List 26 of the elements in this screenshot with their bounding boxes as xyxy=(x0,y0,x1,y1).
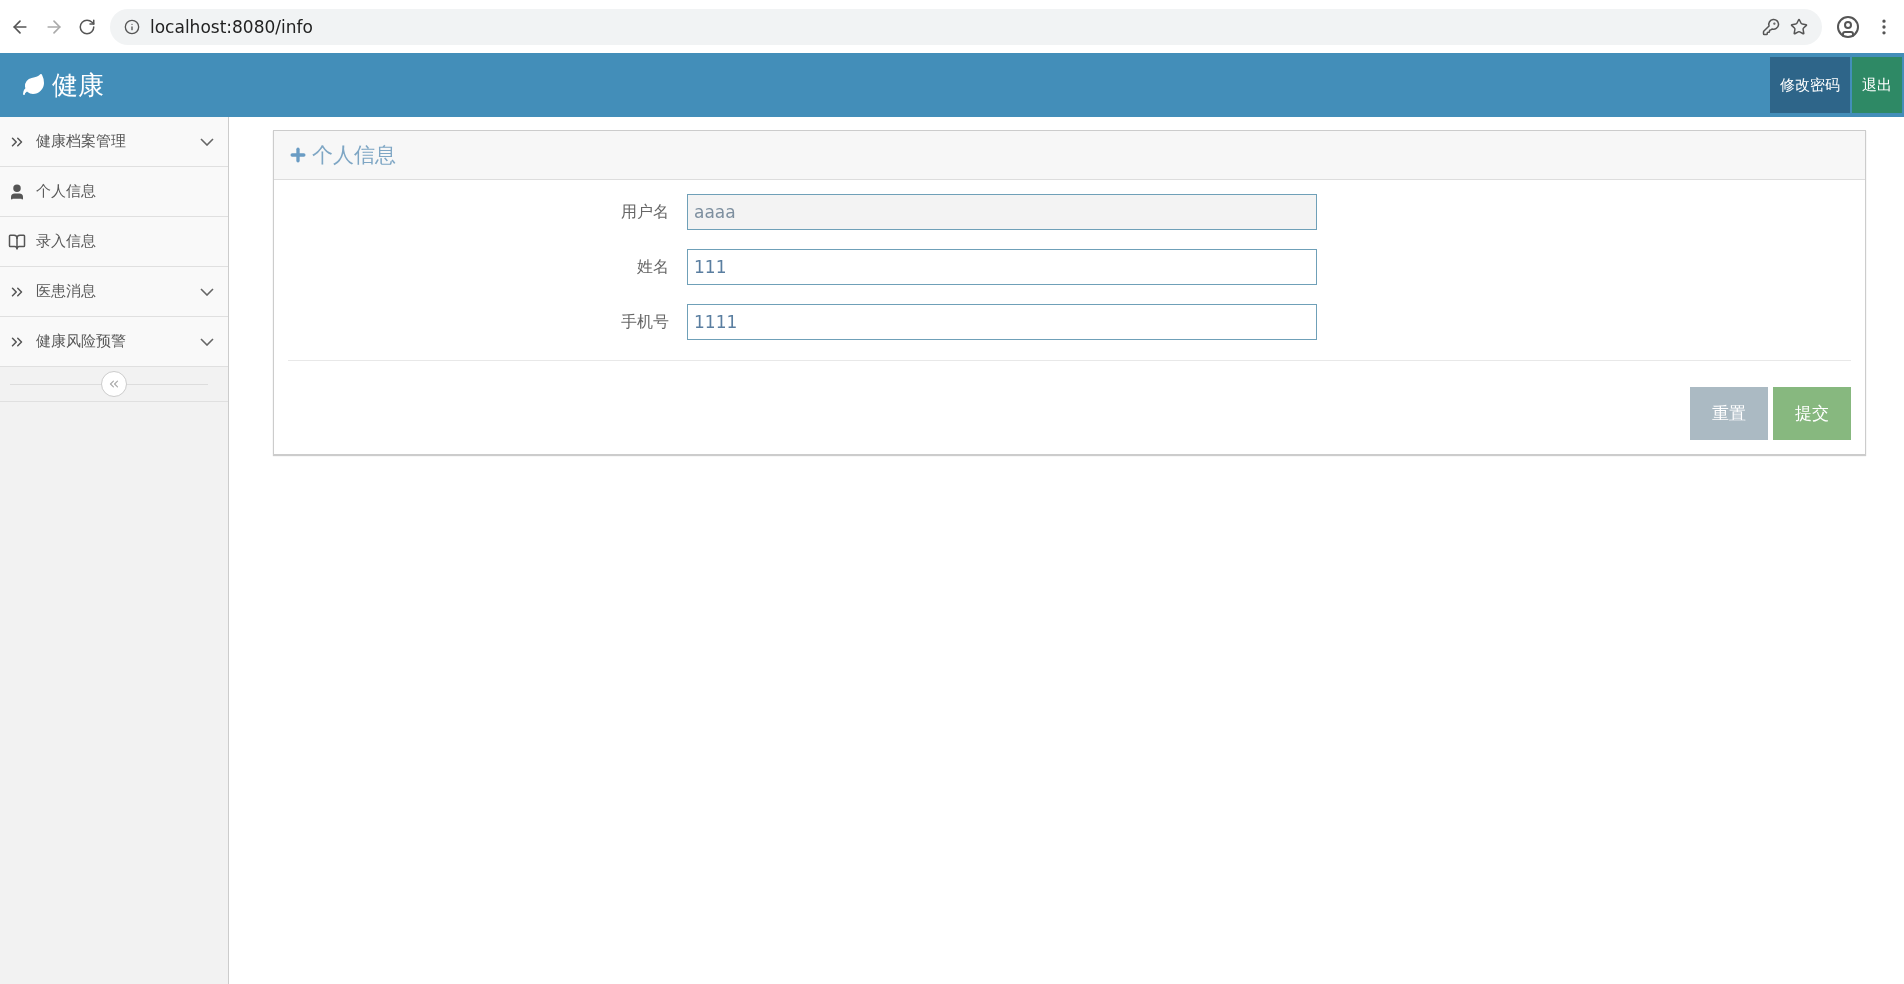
sidebar-item[interactable]: 健康风险预警 xyxy=(0,317,228,367)
brand-title: 健康 xyxy=(52,68,105,102)
profile-icon[interactable] xyxy=(1836,14,1860,39)
input-field[interactable]: 1111 xyxy=(687,304,1317,340)
sidebar-item[interactable]: 健康档案管理 xyxy=(0,117,228,167)
plus-icon xyxy=(288,145,308,165)
field-label: 用户名 xyxy=(620,201,669,223)
address-bar[interactable]: localhost:8080/info xyxy=(110,8,1822,45)
double-chevron-left-icon xyxy=(107,377,121,391)
panel-title: 个人信息 xyxy=(312,142,396,169)
book-icon xyxy=(8,232,26,251)
person-icon xyxy=(8,182,26,201)
key-icon[interactable] xyxy=(1762,17,1780,36)
reload-icon[interactable] xyxy=(78,17,96,36)
header-button[interactable]: 退出 xyxy=(1852,57,1902,113)
sidebar-item[interactable]: 个人信息 xyxy=(0,167,228,217)
sidebar-item[interactable]: 医患消息 xyxy=(0,267,228,317)
input-field[interactable]: 111 xyxy=(687,249,1317,285)
url-text: localhost:8080/info xyxy=(150,16,314,37)
header-button[interactable]: 修改密码 xyxy=(1770,57,1850,113)
sidebar-item[interactable]: 录入信息 xyxy=(0,217,228,267)
field-label: 手机号 xyxy=(620,311,669,333)
field-label: 姓名 xyxy=(636,256,669,278)
info-icon[interactable] xyxy=(124,18,140,35)
leaf-icon xyxy=(22,73,46,97)
star-icon[interactable] xyxy=(1790,17,1808,36)
